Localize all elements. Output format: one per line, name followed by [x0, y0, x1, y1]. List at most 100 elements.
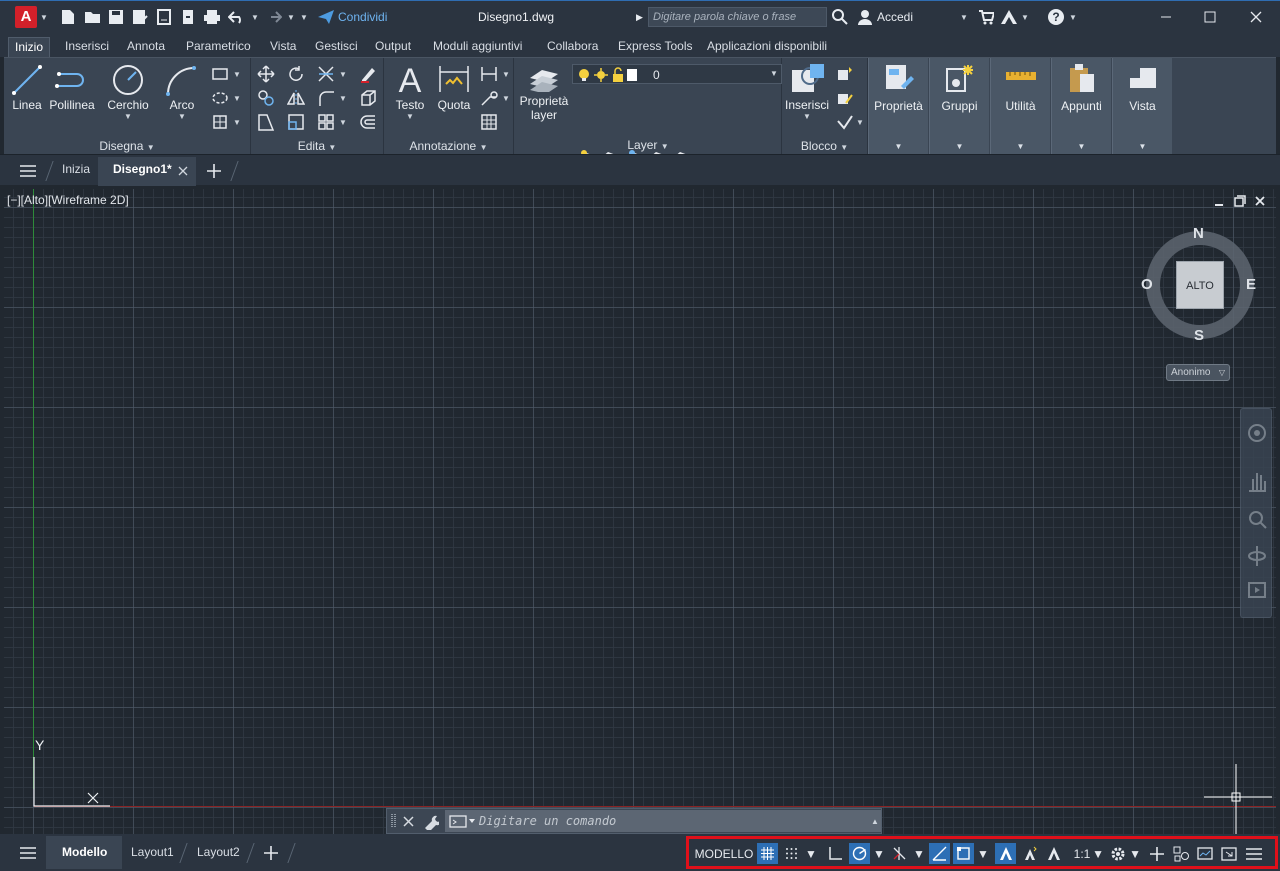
layout-tab-layout2[interactable]: Layout2	[197, 845, 240, 859]
tab-parametrico[interactable]: Parametrico	[180, 37, 257, 57]
object-snap-chevron-icon[interactable]: ▼	[977, 843, 989, 864]
groups-panel-button[interactable]: Gruppi ▼	[929, 58, 989, 155]
clean-screen-icon[interactable]	[1218, 843, 1239, 864]
fillet-chevron-icon[interactable]: ▼	[339, 94, 347, 103]
create-block-icon[interactable]	[836, 65, 854, 83]
showmotion-icon[interactable]	[1247, 579, 1267, 603]
drawing-canvas[interactable]: [−][Alto][Wireframe 2D] ALTO N S E O Ano…	[4, 189, 1276, 834]
compass-east[interactable]: E	[1246, 276, 1256, 293]
new-tab-plus-icon[interactable]	[206, 163, 222, 179]
app-menu-chevron-icon[interactable]: ▼	[40, 7, 48, 27]
annotation-visibility-icon[interactable]	[995, 843, 1016, 864]
stretch-icon[interactable]	[257, 113, 275, 131]
polar-tracking-chevron-icon[interactable]: ▼	[873, 843, 885, 864]
rectangular-array-icon[interactable]	[317, 113, 335, 131]
hatch-chevron-icon[interactable]: ▼	[233, 94, 241, 103]
fillet-icon[interactable]	[317, 89, 335, 107]
copy-icon[interactable]	[257, 89, 275, 107]
tab-inizio[interactable]: Inizio	[8, 37, 51, 57]
model-space-toggle[interactable]: MODELLO	[693, 843, 755, 864]
insert-block-tool[interactable]: Inserisci ▼	[784, 62, 830, 121]
arc-tool[interactable]: Arco ▼	[162, 64, 202, 121]
grid-display-icon[interactable]	[757, 843, 778, 864]
panel-draw-title[interactable]: Disegna ▼	[4, 139, 250, 153]
help-chevron-icon[interactable]: ▼	[1069, 7, 1077, 27]
orbit-icon[interactable]	[1247, 544, 1267, 568]
text-tool[interactable]: A Testo ▼	[392, 62, 428, 121]
cart-icon[interactable]	[978, 7, 994, 27]
steering-wheel-icon[interactable]	[1247, 423, 1267, 443]
offset-icon[interactable]	[359, 113, 377, 131]
zoom-extents-icon[interactable]	[1247, 509, 1267, 533]
object-snap-icon[interactable]	[953, 843, 974, 864]
panel-annotation-title[interactable]: Annotazione ▼	[384, 139, 513, 153]
open-folder-icon[interactable]	[84, 7, 102, 27]
snap-mode-chevron-icon[interactable]: ▼	[805, 843, 817, 864]
command-history-icon[interactable]	[449, 814, 477, 828]
new-layout-plus-icon[interactable]	[263, 845, 279, 861]
linear-dimension-icon[interactable]	[480, 65, 498, 83]
edit-block-icon[interactable]	[836, 89, 854, 107]
tab-vista[interactable]: Vista	[264, 37, 302, 57]
table-icon[interactable]	[480, 113, 498, 131]
utilities-panel-button[interactable]: Utilità ▼	[990, 58, 1050, 155]
panel-modify-title[interactable]: Edita ▼	[251, 139, 383, 153]
redo-chevron-icon[interactable]: ▼	[287, 7, 295, 27]
autodesk-app-icon[interactable]	[1000, 7, 1018, 27]
workspace-gear-icon[interactable]	[1107, 843, 1128, 864]
command-line-customize-wrench-icon[interactable]	[423, 814, 439, 830]
erase-icon[interactable]	[359, 65, 377, 83]
panel-block-title[interactable]: Blocco ▼	[782, 139, 867, 153]
leader-icon[interactable]	[480, 89, 498, 107]
layout-tabs-menu-icon[interactable]	[19, 846, 37, 860]
application-menu-button[interactable]: A	[15, 6, 37, 28]
gradient-chevron-icon[interactable]: ▼	[233, 118, 241, 127]
print-icon[interactable]	[203, 7, 221, 27]
help-icon[interactable]: ?	[1047, 7, 1065, 27]
new-file-icon[interactable]	[60, 7, 76, 27]
annotation-scale-icon[interactable]	[1043, 843, 1064, 864]
tab-gestisci[interactable]: Gestisci	[309, 37, 364, 57]
annotation-monitor-plus-icon[interactable]	[1146, 843, 1167, 864]
workspace-chevron-icon[interactable]: ▼	[1129, 843, 1141, 864]
compass-west[interactable]: O	[1141, 276, 1153, 293]
autodesk-app-chevron-icon[interactable]: ▼	[1021, 7, 1029, 27]
isolate-objects-icon[interactable]	[1170, 843, 1191, 864]
mirror-icon[interactable]	[287, 89, 305, 107]
viewport-close-icon[interactable]	[1254, 195, 1266, 207]
arc-chevron-icon[interactable]: ▼	[162, 112, 202, 121]
layout-tab-model[interactable]: Modello	[62, 845, 107, 859]
file-tab-start[interactable]: Inizia	[62, 162, 90, 176]
tab-applicazioni-disponibili[interactable]: Applicazioni disponibili	[701, 37, 833, 57]
tab-output[interactable]: Output	[369, 37, 417, 57]
object-snap-tracking-icon[interactable]	[929, 843, 950, 864]
command-line-close-icon[interactable]	[403, 816, 414, 827]
viewport-restore-icon[interactable]	[1234, 195, 1246, 207]
sign-in-chevron-icon[interactable]: ▼	[960, 7, 968, 27]
trim-icon[interactable]	[317, 65, 335, 83]
clipboard-panel-button[interactable]: Appunti ▼	[1051, 58, 1111, 155]
compass-south[interactable]: S	[1194, 327, 1204, 344]
pan-hand-icon[interactable]	[1247, 469, 1267, 493]
sign-in-button[interactable]: Accedi	[877, 7, 913, 27]
layer-dropdown[interactable]: 0 ▼	[572, 64, 782, 84]
gradient-icon[interactable]	[211, 113, 229, 131]
rectangle-icon[interactable]	[211, 65, 229, 83]
search-icon[interactable]	[832, 7, 848, 27]
user-icon[interactable]	[857, 7, 873, 27]
close-icon[interactable]	[1236, 5, 1276, 29]
layer-dropdown-chevron-icon[interactable]: ▼	[770, 69, 778, 78]
file-tabs-menu-icon[interactable]	[19, 164, 37, 178]
trim-chevron-icon[interactable]: ▼	[339, 70, 347, 79]
file-tab-drawing[interactable]: Disegno1*	[113, 162, 172, 176]
array-chevron-icon[interactable]: ▼	[339, 118, 347, 127]
array-3d-icon[interactable]	[359, 89, 377, 107]
isometric-drafting-icon[interactable]	[889, 843, 910, 864]
open-web-icon[interactable]	[156, 7, 172, 27]
edit-attributes-icon[interactable]	[836, 113, 854, 131]
save-icon[interactable]	[108, 7, 124, 27]
customize-status-bar-menu-icon[interactable]	[1242, 843, 1266, 864]
minimize-icon[interactable]	[1146, 5, 1186, 29]
close-tab-icon[interactable]	[178, 166, 188, 176]
tab-inserisci[interactable]: Inserisci	[59, 37, 115, 57]
